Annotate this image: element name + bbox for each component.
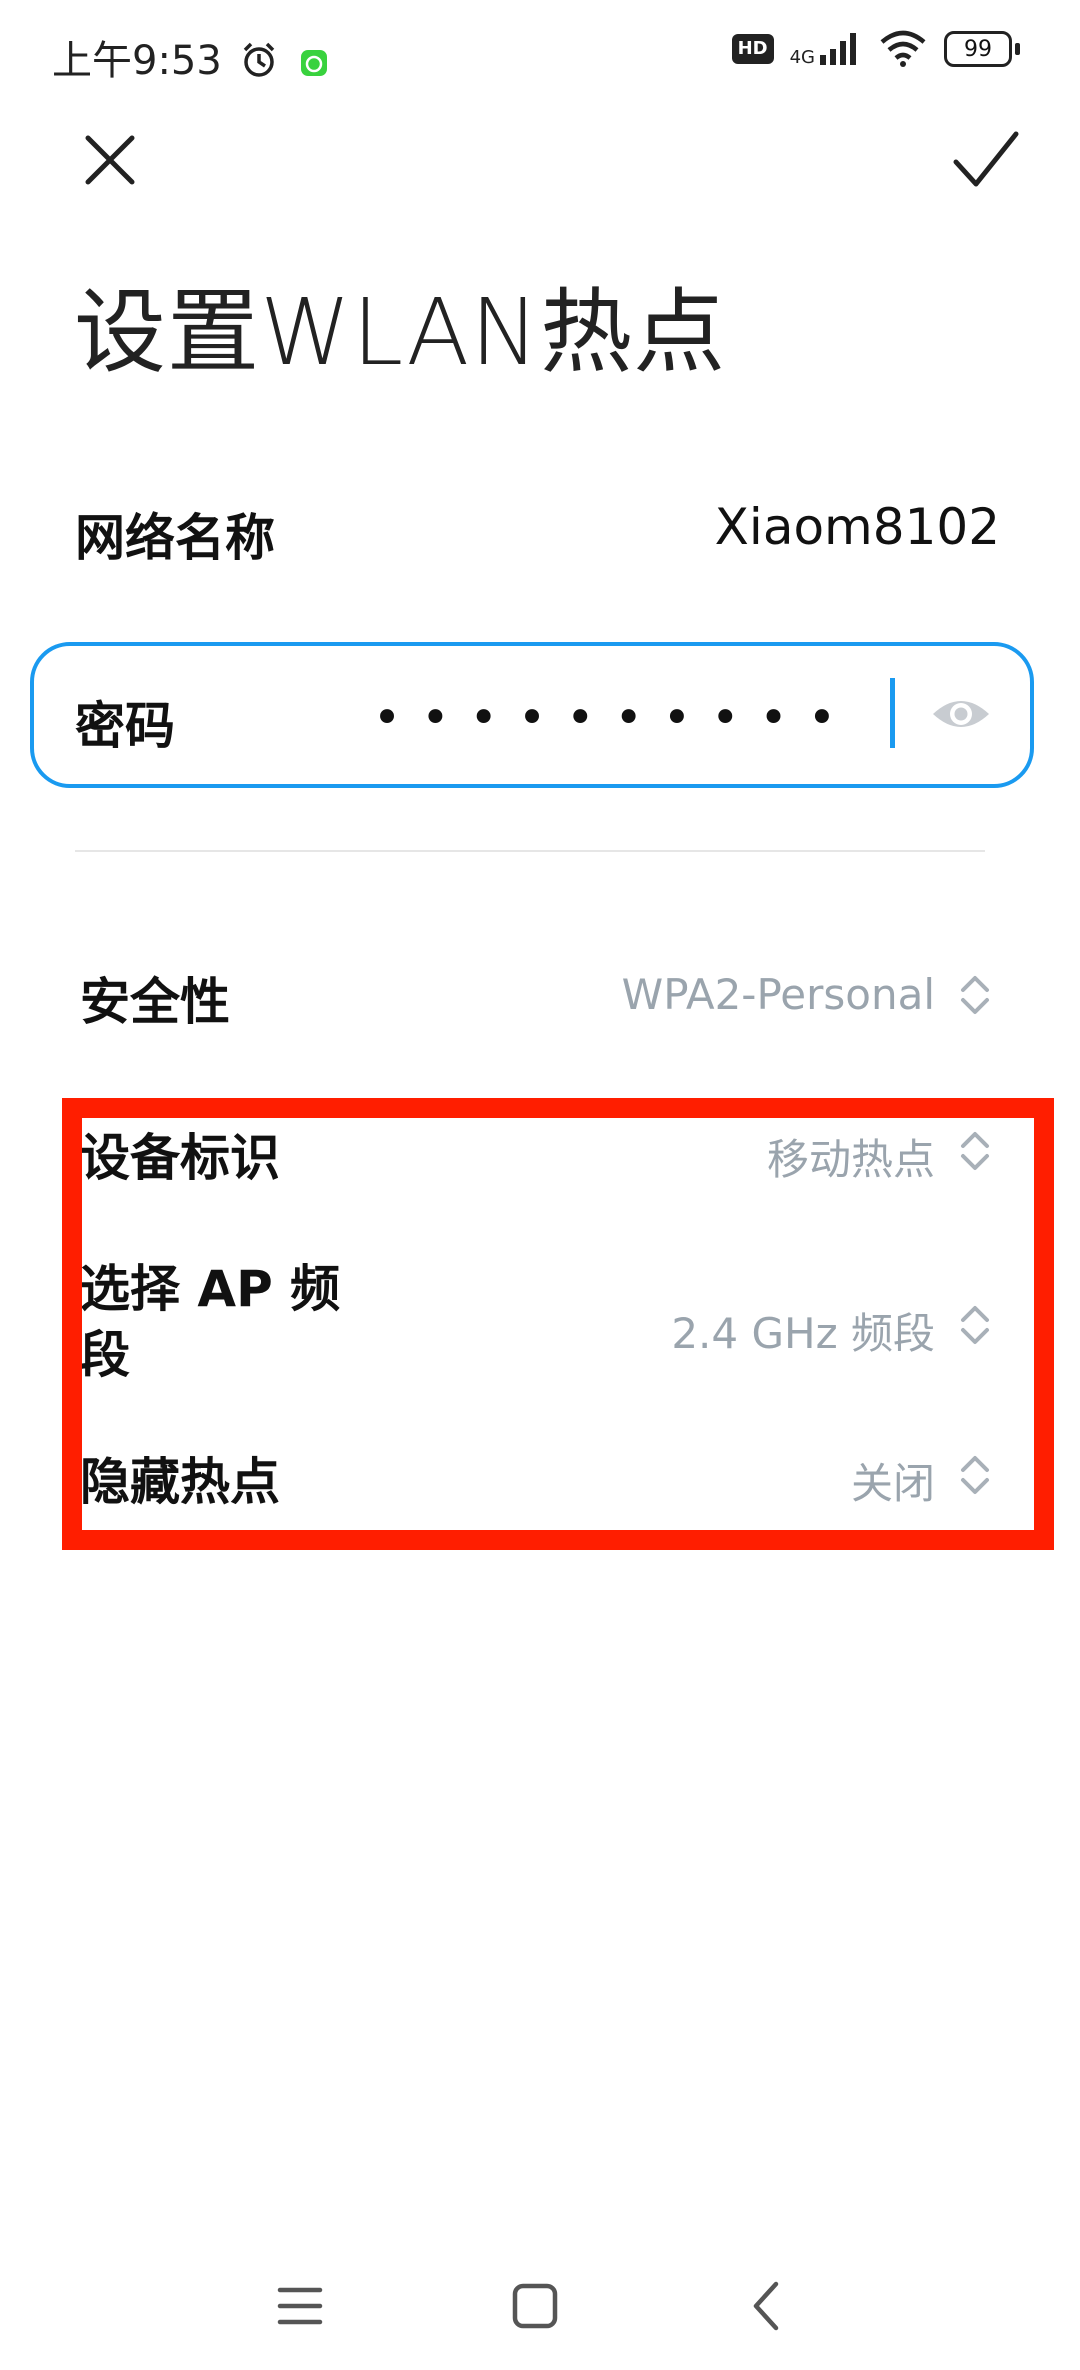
battery-level: 99	[944, 31, 1012, 67]
hd-badge: HD	[731, 34, 774, 64]
section-divider	[75, 850, 985, 852]
security-label: 安全性	[80, 973, 230, 1031]
wifi-icon	[880, 30, 926, 67]
battery-indicator: 99	[944, 31, 1020, 67]
password-input[interactable]: ••••••••••	[373, 690, 856, 746]
show-password-eye-icon[interactable]	[930, 692, 992, 736]
text-cursor	[890, 678, 895, 748]
network-type: 4G	[789, 47, 815, 68]
cellular-signal: 4G	[790, 31, 862, 67]
security-row[interactable]: 安全性 WPA2-Personal	[80, 962, 995, 1031]
status-icons: HD 4G 99	[731, 30, 1020, 68]
highlight-box	[62, 1098, 1054, 1550]
alarm-icon	[243, 42, 274, 77]
signal-bars-icon	[820, 33, 856, 65]
up-down-chevron-icon	[961, 976, 989, 1014]
app-notification-icon	[301, 50, 328, 76]
network-name-label: 网络名称	[75, 509, 275, 567]
page-title: 设置WLAN热点	[74, 279, 727, 386]
menu-nav-icon[interactable]	[270, 2276, 330, 2336]
time-text: 上午9:53	[52, 38, 222, 84]
status-time: 上午9:53	[52, 28, 329, 86]
home-nav-icon[interactable]	[505, 2276, 565, 2336]
network-name-row[interactable]: 网络名称 Xiaom8102	[75, 498, 1000, 567]
confirm-check-icon[interactable]	[952, 128, 1020, 192]
network-name-value: Xiaom8102	[714, 498, 1000, 556]
battery-tip	[1015, 43, 1020, 55]
password-label: 密码	[75, 697, 175, 755]
security-value: WPA2-Personal	[621, 970, 935, 1019]
back-nav-icon[interactable]	[738, 2276, 798, 2336]
close-icon[interactable]	[80, 130, 140, 190]
